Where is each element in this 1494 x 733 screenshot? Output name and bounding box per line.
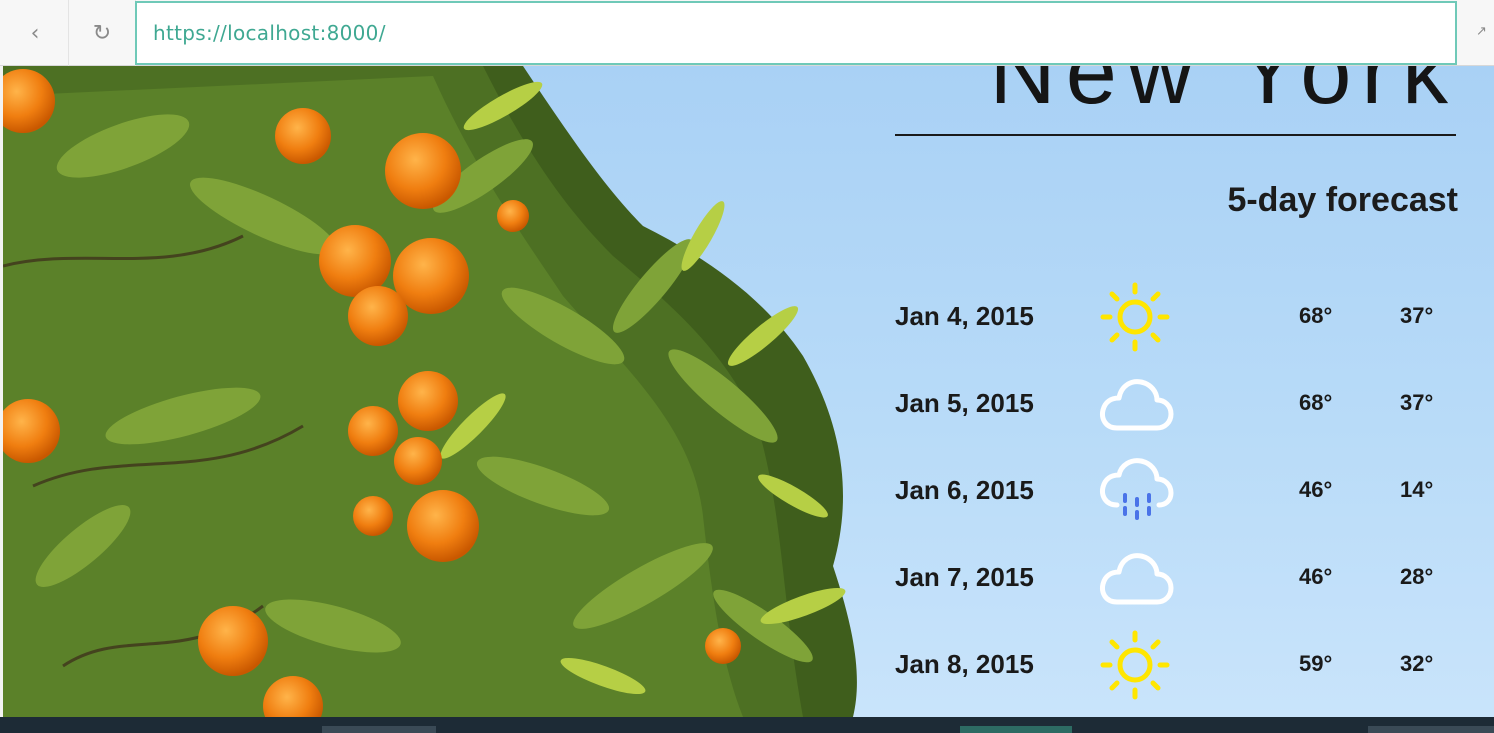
forecast-row: Jan 4, 2015 68° 37° xyxy=(895,277,1455,357)
forecast-date: Jan 4, 2015 xyxy=(895,301,1034,331)
forecast-low: 37° xyxy=(1400,390,1434,415)
taskbar xyxy=(0,717,1494,733)
url-input[interactable]: https://localhost:8000/ xyxy=(135,1,1457,65)
sun-icon xyxy=(1100,282,1170,352)
forecast-high: 46° xyxy=(1299,564,1333,589)
cloud-icon xyxy=(1100,553,1174,605)
forecast-row: Jan 8, 2015 59° 32° xyxy=(895,625,1455,705)
page-viewport: New York 5-day forecast Jan 4, 2015 68° … xyxy=(3,66,1494,717)
forecast-row: Jan 5, 2015 68° 37° xyxy=(895,364,1455,444)
title-divider xyxy=(895,134,1456,136)
forecast-high: 59° xyxy=(1299,651,1333,676)
forecast-low: 14° xyxy=(1400,477,1434,502)
forecast-date: Jan 5, 2015 xyxy=(895,388,1034,418)
forecast-high: 46° xyxy=(1299,477,1333,502)
url-text: https://localhost:8000/ xyxy=(153,21,386,45)
taskbar-tab[interactable] xyxy=(1368,726,1494,733)
sun-icon xyxy=(1100,630,1170,700)
taskbar-tab[interactable] xyxy=(322,726,436,733)
forecast-row: Jan 6, 2015 46° 14° xyxy=(895,451,1455,531)
reload-icon: ↻ xyxy=(92,20,112,46)
city-title: New York xyxy=(989,66,1458,123)
expand-icon[interactable]: ↗ xyxy=(1476,24,1494,44)
forecast-date: Jan 8, 2015 xyxy=(895,649,1034,679)
reload-button[interactable]: ↻ xyxy=(68,0,136,66)
forecast-high: 68° xyxy=(1299,303,1333,328)
forecast-row: Jan 7, 2015 46° 28° xyxy=(895,538,1455,618)
back-button[interactable]: ‹ xyxy=(2,0,68,66)
chevron-left-icon: ‹ xyxy=(30,20,40,46)
orange-tree-photo xyxy=(3,66,857,717)
taskbar-tab-active[interactable] xyxy=(960,726,1072,733)
forecast-date: Jan 7, 2015 xyxy=(895,562,1034,592)
forecast-low: 32° xyxy=(1400,651,1434,676)
forecast-low: 28° xyxy=(1400,564,1434,589)
forecast-date: Jan 6, 2015 xyxy=(895,475,1034,505)
rain-icon xyxy=(1100,458,1174,520)
forecast-heading: 5-day forecast xyxy=(1227,181,1458,219)
cloud-icon xyxy=(1100,379,1174,431)
forecast-high: 68° xyxy=(1299,390,1333,415)
forecast-low: 37° xyxy=(1400,303,1434,328)
browser-toolbar: ‹ ↻ https://localhost:8000/ ↗ xyxy=(0,0,1494,66)
